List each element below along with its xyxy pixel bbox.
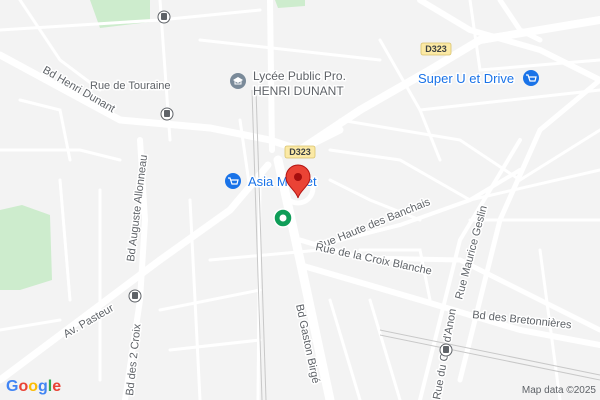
d323-badge-top: D323 <box>420 42 452 56</box>
street-label-rue-de-touraine: Rue de Touraine <box>90 80 171 92</box>
d323-badge-center: D323 <box>284 145 316 159</box>
bus-stop-icon[interactable] <box>439 343 453 357</box>
bus-stop-icon[interactable] <box>128 289 142 303</box>
school-name-line2: HENRI DUNANT <box>253 84 344 98</box>
street-labels: Rue de Touraine Bd Henri Dunant Bd Augus… <box>39 63 574 400</box>
school-poi[interactable]: Lycée Public Pro. HENRI DUNANT <box>230 68 347 100</box>
street-label-av-pasteur: Av. Pasteur <box>62 302 117 340</box>
bus-stop-icon[interactable] <box>157 10 171 24</box>
bus-stop-icon[interactable] <box>160 107 174 121</box>
shopping-cart-icon <box>225 173 241 189</box>
shopping-cart-icon <box>523 70 539 86</box>
school-name-line1: Lycée Public Pro. <box>253 69 346 83</box>
svg-text:D323: D323 <box>289 147 311 157</box>
school-icon <box>230 73 246 89</box>
super-u-label: Super U et Drive <box>418 71 514 86</box>
google-logo: Google <box>6 378 62 395</box>
svg-text:D323: D323 <box>425 44 447 54</box>
map-view[interactable]: D323 D323 Rue de Touraine Bd Henri Dunan… <box>0 0 600 400</box>
street-label-bd-des-2-croix: Bd des 2 Croix <box>124 323 144 397</box>
map-canvas: D323 D323 Rue de Touraine Bd Henri Dunan… <box>0 0 600 400</box>
map-attribution: Map data ©2025 <box>521 385 596 396</box>
main-roads <box>0 0 600 400</box>
super-u-poi[interactable]: Super U et Drive <box>417 70 539 88</box>
transit-station-icon[interactable] <box>273 208 293 228</box>
